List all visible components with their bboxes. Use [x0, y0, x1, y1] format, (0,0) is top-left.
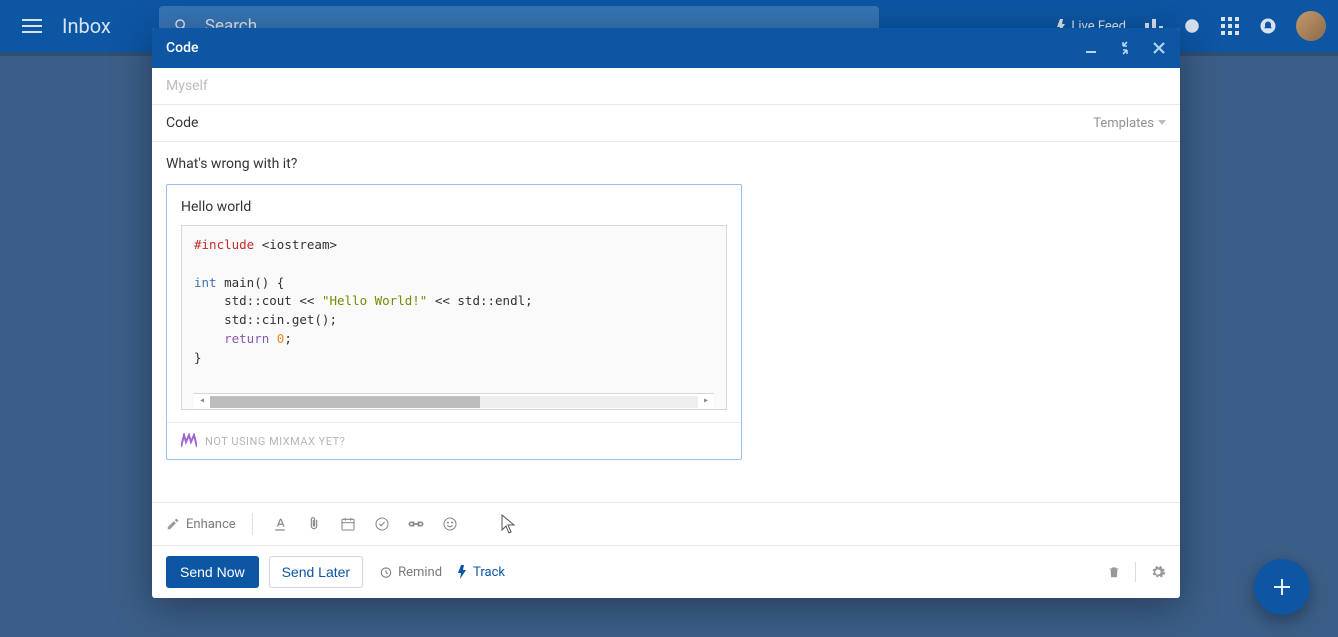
subject-field[interactable]: Code [166, 115, 198, 131]
code-snippet-card: Hello world #include <iostream> int main… [166, 184, 742, 460]
emoji-icon[interactable] [439, 516, 461, 532]
section-title: Inbox [62, 14, 111, 38]
horizontal-scrollbar[interactable]: ◂ ▸ [194, 393, 714, 409]
attach-icon[interactable] [303, 515, 325, 533]
mixmax-text: NOT USING MIXMAX YET? [205, 435, 345, 448]
format-icon[interactable] [269, 516, 291, 532]
code-block: #include <iostream> int main() { std::co… [181, 225, 727, 410]
remind-button[interactable]: Remind [379, 565, 442, 580]
compose-body[interactable]: What's wrong with it? Hello world #inclu… [152, 142, 1180, 502]
gear-icon[interactable] [1150, 564, 1166, 580]
chat-icon[interactable] [1182, 16, 1202, 36]
window-controls [1084, 41, 1166, 55]
close-icon[interactable] [1152, 41, 1166, 55]
chevron-down-icon [1158, 120, 1166, 126]
scroll-right-icon[interactable]: ▸ [698, 394, 714, 409]
task-icon[interactable] [371, 516, 393, 532]
enhance-label: Enhance [186, 517, 236, 532]
compose-titlebar[interactable]: Code [152, 28, 1180, 68]
mixmax-icon [181, 433, 197, 449]
compose-footer: Send Now Send Later Remind Track [152, 545, 1180, 598]
scroll-thumb[interactable] [210, 396, 480, 408]
menu-icon[interactable] [12, 19, 52, 33]
cursor-icon [501, 514, 517, 534]
remind-label: Remind [398, 565, 442, 580]
compose-window: Code Myself Code Templates What's wrong … [152, 28, 1180, 598]
collapse-icon[interactable] [1118, 41, 1132, 55]
send-later-button[interactable]: Send Later [269, 556, 364, 588]
send-now-button[interactable]: Send Now [166, 556, 259, 588]
subject-row: Code Templates [152, 105, 1180, 142]
calendar-icon[interactable] [337, 516, 359, 532]
to-field[interactable]: Myself [152, 68, 1180, 105]
apps-icon[interactable] [1220, 16, 1240, 36]
minimize-icon[interactable] [1084, 41, 1098, 55]
divider [1135, 562, 1136, 582]
footer-right [1107, 562, 1166, 582]
trash-icon[interactable] [1107, 564, 1121, 580]
track-button[interactable]: Track [458, 565, 505, 580]
track-label: Track [473, 565, 505, 580]
divider [252, 513, 253, 535]
scroll-track[interactable] [210, 396, 698, 408]
compose-title: Code [166, 40, 198, 56]
scroll-left-icon[interactable]: ◂ [194, 394, 210, 409]
separator [167, 422, 741, 423]
link-icon[interactable] [405, 518, 427, 530]
enhance-button[interactable]: Enhance [166, 517, 236, 532]
compose-fab[interactable] [1254, 559, 1310, 615]
compose-toolbar: Enhance [152, 502, 1180, 545]
code-content: #include <iostream> int main() { std::co… [194, 236, 714, 367]
snippet-title: Hello world [181, 199, 727, 215]
body-text: What's wrong with it? [166, 156, 1166, 172]
templates-label: Templates [1093, 116, 1154, 131]
mixmax-promo[interactable]: NOT USING MIXMAX YET? [181, 433, 727, 449]
templates-button[interactable]: Templates [1093, 116, 1166, 131]
notifications-icon[interactable] [1258, 16, 1278, 36]
avatar[interactable] [1296, 11, 1326, 41]
to-placeholder: Myself [166, 78, 208, 94]
